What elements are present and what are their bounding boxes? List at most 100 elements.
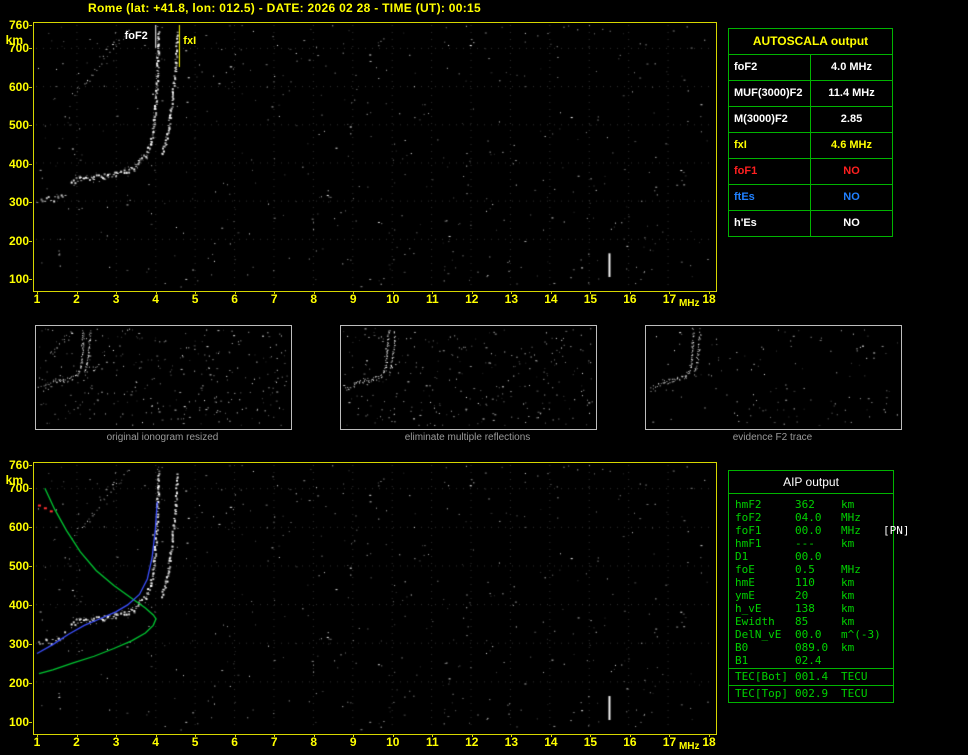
y-axis-tickmark	[29, 202, 32, 204]
autoscala-param-value: 4.6 MHz	[831, 139, 872, 151]
aip-param-extra	[883, 498, 893, 511]
autoscala-row: MUF(3000)F2 11.4 MHz	[729, 81, 892, 107]
x-axis-unit-label: MHz	[678, 741, 700, 752]
aip-row: hmF2 362 km	[729, 498, 893, 511]
x-axis-tick-label: 15	[583, 735, 598, 749]
aip-param-extra	[883, 537, 893, 550]
bottom-ionogram-canvas	[34, 463, 714, 732]
y-axis-tick-label: 760	[8, 18, 29, 32]
thumbnail-evidence-f2-trace	[645, 325, 902, 430]
x-axis-tick-label: 2	[73, 292, 80, 306]
x-axis-tick-label: 10	[386, 292, 400, 306]
autoscala-param-label: foF1	[729, 159, 811, 184]
x-axis-tick-label: 4	[152, 735, 159, 749]
y-axis-tickmark	[29, 163, 32, 165]
aip-param-extra	[883, 615, 893, 628]
aip-param-extra	[883, 687, 893, 701]
aip-row: B1 02.4	[729, 654, 893, 667]
x-axis-tick-label: 3	[112, 292, 120, 306]
aip-param-value: 04.0	[795, 511, 822, 524]
x-axis-tick-label: 18	[702, 292, 716, 306]
autoscala-param-value: 11.4 MHz	[828, 87, 875, 99]
x-axis-tick-label: 17	[662, 735, 677, 749]
y-axis-tickmark	[29, 683, 32, 685]
thumbnail-evidence-f2-trace-canvas	[646, 326, 899, 427]
autoscala-param-label: foF2	[729, 55, 811, 80]
x-axis-unit-label: MHz	[678, 298, 700, 309]
aip-param-unit: TECU	[841, 687, 868, 700]
aip-row: foE 0.5 MHz	[729, 563, 893, 576]
aip-param-extra	[883, 550, 893, 563]
aip-param-label: hmE	[735, 576, 755, 589]
autoscala-param-label: h'Es	[729, 211, 811, 236]
x-axis-tick-label: 11	[425, 292, 439, 306]
y-axis-tickmark	[29, 527, 32, 529]
x-axis-tick-label: 5	[191, 735, 199, 749]
aip-row: hmF1 --- km	[729, 537, 893, 550]
x-axis-tick-label: 3	[112, 735, 120, 749]
aip-row: h_vE 138 km	[729, 602, 893, 615]
thumbnail-caption-original: original ionogram resized	[106, 432, 219, 443]
autoscala-param-value: 4.0 MHz	[831, 61, 872, 73]
aip-param-label: B0	[735, 641, 749, 654]
y-axis-tickmark	[29, 605, 32, 607]
thumbnail-original-ionogram-canvas	[36, 326, 289, 427]
top-ionogram-plot: foF2 fxI	[33, 22, 717, 292]
top-ionogram-canvas	[34, 23, 714, 289]
x-axis-tick-label: 5	[191, 292, 199, 306]
aip-param-unit: km	[841, 602, 855, 615]
y-axis-tickmark	[29, 488, 32, 490]
aip-param-value: ---	[795, 537, 815, 550]
aip-param-unit: MHz	[841, 511, 861, 524]
aip-param-unit: km	[841, 537, 855, 550]
aip-param-label: TEC[Top]	[735, 687, 788, 700]
autoscala-table-title: AUTOSCALA output	[729, 29, 892, 55]
thumbnail-caption-eliminate: eliminate multiple reflections	[404, 432, 531, 443]
y-axis-tickmark	[29, 279, 32, 280]
aip-param-unit	[841, 550, 883, 563]
thumbnail-eliminate-reflections-canvas	[341, 326, 594, 427]
aip-param-extra	[883, 602, 893, 615]
aip-param-value: 20	[795, 589, 809, 602]
y-axis-unit-label: km	[5, 473, 23, 487]
aip-param-label: foF2	[735, 511, 762, 524]
autoscala-row: foF2 4.0 MHz	[729, 55, 892, 81]
x-axis-tick-label: 7	[270, 292, 278, 306]
aip-param-unit: MHz	[841, 524, 861, 537]
aip-param-label: TEC[Bot]	[735, 670, 788, 683]
aip-param-label: hmF1	[735, 537, 762, 550]
aip-param-extra	[883, 641, 893, 654]
aip-row: Ewidth 85 km	[729, 615, 893, 628]
autoscala-param-value: 2.85	[840, 113, 863, 125]
aip-param-extra	[883, 511, 893, 524]
x-axis-tick-label: 4	[152, 292, 159, 306]
x-axis-tick-label: 13	[504, 735, 519, 749]
aip-param-unit: TECU	[841, 670, 868, 683]
aip-param-extra: [PN]	[883, 524, 910, 537]
aip-param-extra	[883, 589, 893, 602]
aip-table-rows: hmF2 362 km foF2 04.0 MHz foF1 00.0 MHz [PN] hmF1 -…	[729, 498, 910, 701]
aip-param-label: Ewidth	[735, 615, 775, 628]
aip-row: B0 089.0 km	[729, 641, 893, 654]
y-axis-tickmark	[29, 465, 32, 466]
y-axis-tickmark	[29, 25, 32, 26]
x-axis-tick-label: 14	[544, 292, 558, 306]
x-axis-tick-label: 8	[310, 292, 318, 306]
aip-row: foF2 04.0 MHz	[729, 511, 893, 524]
y-axis-tick-label: 200	[8, 676, 29, 691]
aip-param-unit: km	[841, 615, 855, 628]
aip-param-value: 110	[795, 576, 815, 589]
x-axis-tick-label: 1	[33, 735, 41, 749]
y-axis-tick-label: 400	[8, 598, 29, 613]
y-axis-unit-label: km	[5, 33, 23, 47]
autoscala-row: fxI 4.6 MHz	[729, 133, 892, 159]
x-axis-tick-label: 12	[465, 735, 479, 749]
aip-row: foF1 00.0 MHz [PN]	[729, 524, 910, 537]
y-axis-tickmark	[29, 48, 32, 50]
autoscala-param-label: fxI	[729, 133, 811, 158]
aip-param-value: 362	[795, 498, 815, 511]
aip-param-extra	[883, 654, 893, 667]
aip-param-label: B1	[735, 654, 749, 667]
aip-row: TEC[Bot] 001.4 TECU	[729, 668, 893, 684]
x-axis-tick-label: 17	[662, 292, 677, 306]
